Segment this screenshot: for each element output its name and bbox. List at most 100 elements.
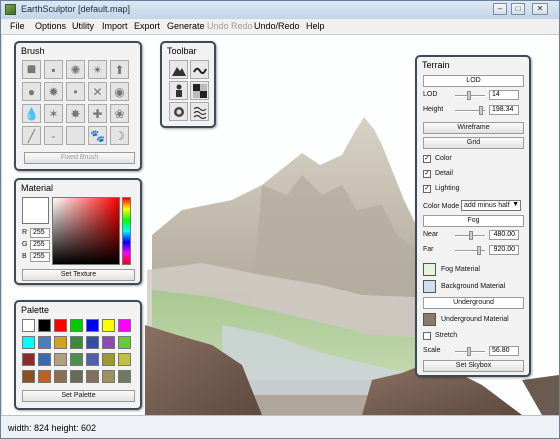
palette-swatch[interactable] — [22, 353, 35, 366]
palette-swatch[interactable] — [70, 370, 83, 383]
checker-icon[interactable] — [190, 81, 209, 100]
color-mode-label: Color Mode — [423, 203, 460, 210]
height-input[interactable]: 198.34 — [489, 105, 519, 115]
underground-header[interactable]: Underground — [423, 297, 524, 309]
blob-brush-icon[interactable]: ❀ — [110, 104, 129, 123]
menu-file[interactable]: File — [10, 21, 25, 31]
palette-swatch[interactable] — [118, 370, 131, 383]
background-material-swatch[interactable] — [423, 280, 436, 293]
palette-swatch[interactable] — [86, 336, 99, 349]
detail-checkbox[interactable]: ✓ — [423, 170, 431, 178]
far-input[interactable]: 920.00 — [489, 245, 519, 255]
lod-input[interactable]: 14 — [489, 90, 519, 100]
dash-brush-icon[interactable]: ‐ — [44, 126, 63, 145]
fog-material-swatch[interactable] — [423, 263, 436, 276]
scale-slider[interactable] — [455, 347, 485, 356]
stretch-checkbox[interactable] — [423, 332, 431, 340]
palette-swatch[interactable] — [102, 319, 115, 332]
menu-undo-redo[interactable]: Undo/Redo — [254, 21, 300, 31]
mountain-icon[interactable] — [169, 60, 188, 79]
palette-swatch[interactable] — [38, 319, 51, 332]
palette-swatch[interactable] — [54, 336, 67, 349]
menu-utility[interactable]: Utility — [72, 21, 94, 31]
up-arrow-icon[interactable]: ⬆ — [110, 60, 129, 79]
height-slider[interactable] — [455, 106, 485, 115]
wave-arrow-icon[interactable] — [190, 60, 209, 79]
palette-swatch[interactable] — [118, 319, 131, 332]
line-brush-icon[interactable]: ╱ — [22, 126, 41, 145]
palette-swatch[interactable] — [54, 370, 67, 383]
color-mode-select[interactable]: add minus half ▼ — [461, 200, 521, 211]
far-slider[interactable] — [455, 246, 485, 255]
palette-swatch[interactable] — [70, 353, 83, 366]
lighting-checkbox[interactable]: ✓ — [423, 185, 431, 193]
large-star-brush-icon[interactable]: ✸ — [66, 104, 85, 123]
terrain-title: Terrain — [422, 60, 450, 70]
underground-material-swatch[interactable] — [423, 313, 436, 326]
menu-export[interactable]: Export — [134, 21, 160, 31]
hue-slider[interactable] — [122, 197, 131, 265]
fog-header[interactable]: Fog — [423, 215, 524, 227]
minimize-icon[interactable]: – — [493, 3, 507, 15]
palette-swatch[interactable] — [38, 353, 51, 366]
grid-button[interactable]: Grid — [423, 137, 524, 149]
palette-swatch[interactable] — [86, 319, 99, 332]
square-brush-icon[interactable]: ■ — [22, 60, 41, 79]
water-waves-icon[interactable] — [190, 102, 209, 121]
menu-generate[interactable]: Generate — [167, 21, 205, 31]
spray-brush-icon[interactable]: ✺ — [66, 60, 85, 79]
palette-swatch[interactable] — [102, 353, 115, 366]
paw-brush-icon[interactable]: 🐾 — [88, 126, 107, 145]
set-skybox-button[interactable]: Set Skybox — [423, 360, 524, 372]
palette-swatch[interactable] — [70, 336, 83, 349]
g-input[interactable]: 255 — [30, 240, 50, 250]
lod-slider[interactable] — [455, 91, 485, 100]
palette-swatch[interactable] — [102, 336, 115, 349]
blank-brush-icon[interactable] — [66, 126, 85, 145]
color-checkbox[interactable]: ✓ — [423, 155, 431, 163]
palette-swatch[interactable] — [38, 336, 51, 349]
menu-import[interactable]: Import — [102, 21, 128, 31]
palette-swatch[interactable] — [22, 336, 35, 349]
palette-swatch[interactable] — [70, 319, 83, 332]
palette-swatch[interactable] — [102, 370, 115, 383]
palette-swatch[interactable] — [86, 353, 99, 366]
splatter-brush-icon[interactable]: ✴ — [88, 60, 107, 79]
sun-icon[interactable] — [169, 102, 188, 121]
title-bar: EarthSculptor [default.map] – □ ✕ — [1, 1, 559, 19]
palette-swatch[interactable] — [22, 319, 35, 332]
palette-swatch[interactable] — [118, 353, 131, 366]
set-palette-button[interactable]: Set Palette — [22, 390, 135, 402]
maximize-icon[interactable]: □ — [511, 3, 525, 15]
near-slider[interactable] — [455, 231, 485, 240]
figure-icon[interactable] — [169, 81, 188, 100]
palette-swatch[interactable] — [22, 370, 35, 383]
star-burst-brush-icon[interactable]: ✹ — [44, 82, 63, 101]
soft-circle-brush-icon[interactable]: ◉ — [110, 82, 129, 101]
palette-swatch[interactable] — [38, 370, 51, 383]
near-input[interactable]: 480.00 — [489, 230, 519, 240]
close-icon[interactable]: ✕ — [532, 3, 548, 15]
menu-help[interactable]: Help — [306, 21, 325, 31]
cross-lines-brush-icon[interactable]: ✚ — [88, 104, 107, 123]
crescent-brush-icon[interactable]: ☽ — [110, 126, 129, 145]
menu-options[interactable]: Options — [35, 21, 66, 31]
scale-input[interactable]: 56.80 — [489, 346, 519, 356]
far-label: Far — [423, 246, 434, 253]
set-texture-button[interactable]: Set Texture — [22, 269, 135, 281]
lod-header[interactable]: LOD — [423, 75, 524, 87]
wireframe-button[interactable]: Wireframe — [423, 122, 524, 134]
rounded-square-brush-icon[interactable]: ▪ — [44, 60, 63, 79]
b-input[interactable]: 255 — [30, 252, 50, 262]
star-brush-icon[interactable]: ✶ — [44, 104, 63, 123]
r-input[interactable]: 255 — [30, 228, 50, 238]
palette-swatch[interactable] — [118, 336, 131, 349]
palette-swatch[interactable] — [54, 353, 67, 366]
drop-brush-icon[interactable]: 💧 — [22, 104, 41, 123]
color-picker-square[interactable] — [52, 197, 120, 265]
circle-brush-icon[interactable]: ● — [22, 82, 41, 101]
cross-brush-icon[interactable]: ✕ — [88, 82, 107, 101]
palette-swatch[interactable] — [54, 319, 67, 332]
small-dot-brush-icon[interactable]: • — [66, 82, 85, 101]
palette-swatch[interactable] — [86, 370, 99, 383]
